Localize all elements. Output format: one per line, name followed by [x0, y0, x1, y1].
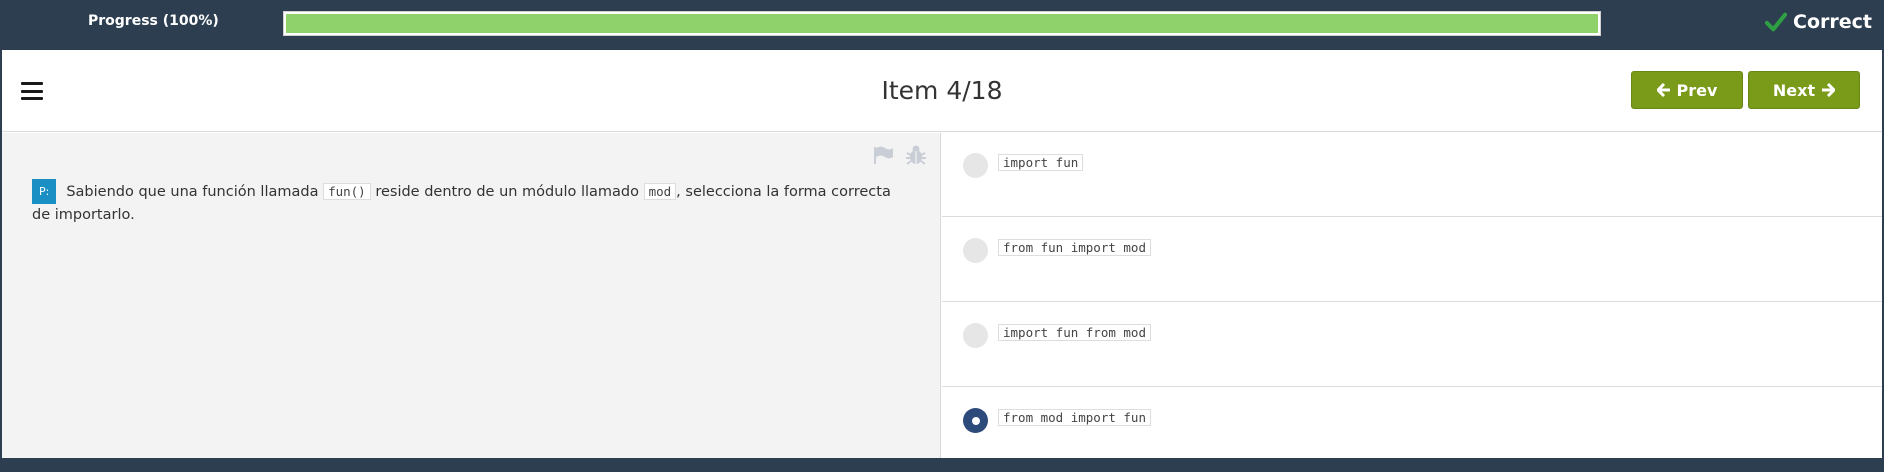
code-snippet: fun() — [323, 183, 371, 200]
top-bar: Progress (100%) Correct — [0, 0, 1884, 50]
question-text-part: reside dentro de un módulo llamado — [375, 184, 639, 200]
status-indicator: Correct — [1765, 11, 1872, 33]
arrow-right-icon — [1822, 83, 1836, 97]
answer-option[interactable]: from mod import fun — [942, 388, 1882, 472]
radio-button[interactable] — [963, 238, 988, 263]
radio-button[interactable] — [963, 153, 988, 178]
prev-button[interactable]: Prev — [1631, 71, 1743, 109]
answer-option[interactable]: from fun import mod — [942, 218, 1882, 302]
question-text-part: Sabiendo que una función llamada — [66, 184, 319, 200]
option-code: import fun from mod — [998, 324, 1151, 341]
answer-options: import fun from fun import mod import fu… — [942, 133, 1882, 458]
question-text: P: Sabiendo que una función llamada fun()… — [32, 179, 912, 227]
next-label: Next — [1772, 80, 1816, 100]
item-header: Item 4/18 Prev Next — [2, 50, 1882, 132]
arrow-left-icon — [1656, 83, 1670, 97]
option-code: from fun import mod — [998, 239, 1151, 256]
next-button[interactable]: Next — [1748, 71, 1860, 109]
code-snippet: mod — [643, 183, 677, 200]
progress-fill — [286, 14, 1598, 33]
option-code: from mod import fun — [998, 409, 1151, 426]
progress-bar — [283, 11, 1601, 36]
answer-option[interactable]: import fun from mod — [942, 303, 1882, 387]
option-code: import fun — [998, 154, 1084, 171]
item-title: Item 4/18 — [881, 76, 1003, 105]
check-icon — [1765, 12, 1787, 32]
progress-label: Progress (100%) — [88, 13, 219, 29]
quiz-frame: Item 4/18 Prev Next P: Sabiendo que una f… — [2, 50, 1882, 458]
answer-option[interactable]: import fun — [942, 133, 1882, 217]
question-badge: P: — [32, 179, 57, 204]
radio-button[interactable] — [963, 323, 988, 348]
status-label: Correct — [1793, 11, 1872, 33]
question-pane: P: Sabiendo que una función llamada fun()… — [2, 133, 941, 458]
radio-button[interactable] — [963, 408, 988, 433]
prev-label: Prev — [1676, 80, 1718, 100]
flag-icon[interactable] — [872, 144, 894, 166]
bug-icon[interactable] — [905, 144, 927, 166]
